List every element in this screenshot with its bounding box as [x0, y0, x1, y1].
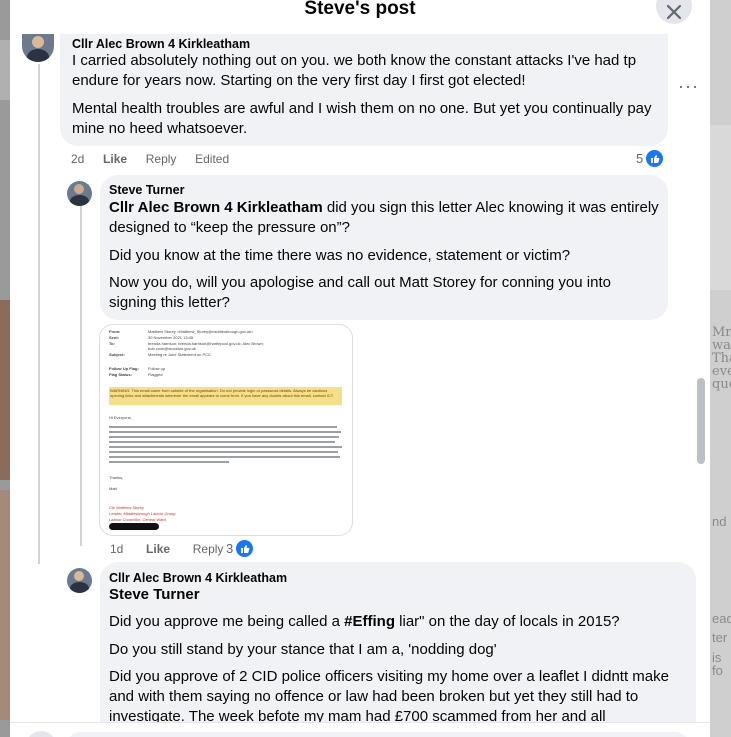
email-value: Matthew Storey <Matthew_Storey@middlesbr… [148, 329, 254, 334]
post-modal: Steve's post Cllr Alec Brown 4 Kirkleath… [10, 0, 710, 737]
comment-text: Do you still stand by your stance that I… [109, 641, 497, 658]
composer-avatar[interactable] [26, 731, 56, 737]
comment-text: Now you do, will you apologise and call … [109, 274, 611, 311]
email-sign: Matt [109, 486, 117, 491]
comment-author[interactable]: Steve Turner [109, 183, 185, 197]
comment-time[interactable]: 2d [71, 152, 84, 166]
comment-text-part: Did you approve me being called a [109, 613, 345, 630]
backdrop-text: ter [712, 630, 728, 645]
comment-time[interactable]: 1d [110, 542, 123, 556]
email-warning-banner: WARNING: This email came from outside of… [109, 387, 342, 405]
email-signature: Labour Councillor, Central Ward [109, 517, 166, 522]
feed-right-edge: Mr wa Tha eve que nd ead ter is fo [710, 0, 731, 737]
comment-actions: 2d Like Reply Edited [71, 152, 229, 166]
email-value: Flagged [148, 372, 163, 377]
comment-text-part: liar" on the day of locals in 2015? [395, 613, 620, 630]
reaction-count[interactable]: 3 [226, 539, 255, 558]
more-options-icon[interactable]: ··· [678, 76, 699, 97]
comment-text: Cllr Alec Brown 4 Kirkleatham did you si… [109, 198, 661, 238]
hashtag-link[interactable]: #Effing [344, 613, 395, 630]
email-body-line [109, 431, 341, 433]
modal-title: Steve's post [304, 0, 416, 19]
email-greeting: Hi Everyone, [109, 415, 132, 420]
comment-author[interactable]: Cllr Alec Brown 4 Kirkleatham [72, 37, 250, 51]
email-value: Follow up [148, 366, 166, 371]
backdrop-text: is fo [712, 650, 723, 678]
email-value: Meeting re Joint Statement on PCC [148, 352, 211, 357]
reaction-count[interactable]: 5 [636, 149, 665, 168]
email-label: Flag Status: [109, 372, 132, 377]
like-link[interactable]: Like [103, 152, 127, 166]
comment-input[interactable] [66, 732, 690, 737]
reply-link[interactable]: Reply [193, 542, 224, 556]
attached-email-image[interactable]: From: Matthew Storey <Matthew_Storey@mid… [99, 324, 353, 536]
backdrop-text: que [712, 377, 731, 392]
email-value: 30 November 2021 13:45 [148, 335, 194, 340]
email-body-line [109, 436, 339, 438]
comment-actions: 1d Like Reply [110, 542, 223, 556]
backdrop-text: nd [712, 514, 727, 529]
close-icon [666, 4, 682, 20]
email-label: Follow Up Flag: [109, 366, 139, 371]
email-thanks: Thanks, [109, 475, 124, 480]
email-value: bob.cook@stockton.gov.uk [148, 346, 196, 351]
email-body-line [109, 456, 340, 458]
modal-header: Steve's post [10, 0, 710, 34]
email-body-line [109, 461, 229, 463]
email-body-line [109, 441, 335, 443]
email-label: To: [109, 341, 115, 346]
reaction-number: 5 [636, 151, 644, 166]
email-signature: Cllr Matthew Storey [109, 505, 144, 510]
comment-text: Did you approve me being called a #Effin… [109, 612, 684, 632]
close-button[interactable] [656, 0, 692, 24]
email-body-line [109, 451, 338, 453]
email-warning-text: WARNING: This email came from outside of… [110, 388, 334, 398]
email-label: Subject: [109, 352, 125, 357]
like-link[interactable]: Like [146, 542, 170, 556]
email-redaction [109, 523, 159, 530]
reply-link[interactable]: Reply [146, 152, 177, 166]
email-label: From: [109, 329, 121, 334]
thread-connector [80, 206, 82, 546]
feed-left-edge [0, 0, 10, 737]
email-body-line [109, 446, 342, 448]
comment-composer-bar [10, 722, 710, 737]
comment-author[interactable]: Cllr Alec Brown 4 Kirkleatham [109, 571, 287, 585]
edited-label: Edited [195, 152, 230, 166]
email-label: Sent: [109, 335, 119, 340]
avatar[interactable] [22, 34, 54, 62]
reaction-number: 3 [226, 541, 234, 556]
scrollbar-thumb[interactable] [697, 378, 705, 464]
mention-link[interactable]: Cllr Alec Brown 4 Kirkleatham [109, 199, 323, 216]
comment-text: Mental health troubles are awful and I w… [72, 100, 652, 137]
like-thumb-icon [645, 149, 665, 168]
avatar[interactable] [67, 181, 92, 206]
email-signature: Leader, Middlesbrough Labour Group [109, 511, 176, 516]
backdrop-text: ead [712, 611, 731, 626]
thread-connector [38, 64, 40, 564]
avatar[interactable] [67, 568, 92, 593]
email-body-line [109, 426, 337, 428]
like-thumb-icon [235, 539, 255, 558]
comment-text: Did you approve of 2 CID police officers… [109, 668, 669, 725]
comment-text: Did you know at the time there was no ev… [109, 247, 571, 264]
comment-text: I carried absolutely nothing out on you.… [72, 52, 637, 89]
mention-link[interactable]: Steve Turner [109, 585, 200, 605]
